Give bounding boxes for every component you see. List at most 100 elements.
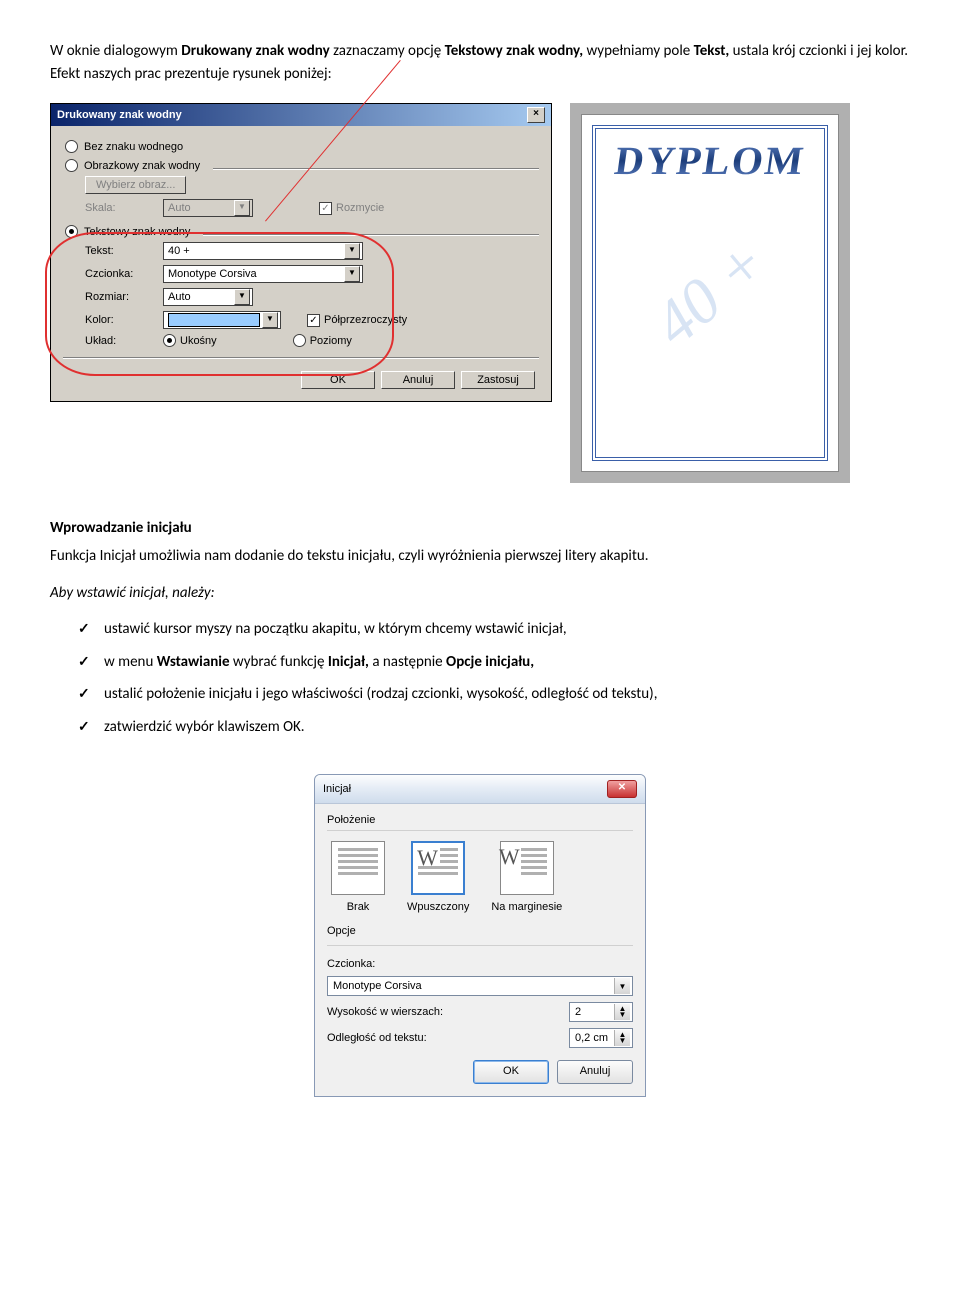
font-value: Monotype Corsiva [333,980,422,992]
section-para-1: Funkcja Inicjał umożliwia nam dodanie do… [50,545,910,568]
color-label: Kolor: [85,314,155,326]
thumb-none-icon [331,841,385,895]
checkbox-icon: ✓ [319,202,332,215]
li-text: wybrać funkcję [230,653,328,671]
font-label: Czcionka: [327,958,633,970]
layout-label: Układ: [85,335,155,347]
cancel-button[interactable]: Anuluj [557,1060,633,1084]
printed-watermark-dialog: Drukowany znak wodny × Bez znaku wodnego… [50,103,552,402]
pos-label: Na marginesie [491,901,562,913]
checklist: ustawić kursor myszy na początku akapitu… [78,618,910,738]
font-label: Czcionka: [85,268,155,280]
color-swatch [168,313,260,327]
radio-label: Obrazkowy znak wodny [84,160,200,172]
ok-button[interactable]: OK [301,371,375,389]
intro-text3: wypełniamy pole [583,42,694,60]
position-none[interactable]: Brak [331,841,385,913]
section-para-2: Aby wstawić inicjał, należy: [50,582,910,605]
radio-icon [65,159,78,172]
distance-spinner[interactable]: 0,2 cm ▲▼ [569,1028,633,1048]
color-combo[interactable]: ▼ [163,311,281,329]
pos-label: Wpuszczony [407,901,469,913]
font-value: Monotype Corsiva [168,268,257,280]
layout-diagonal-radio[interactable]: Ukośny [163,334,217,347]
select-image-button[interactable]: Wybierz obraz... [85,176,186,194]
radio-image-watermark[interactable]: Obrazkowy znak wodny [65,159,539,172]
drop-cap-dialog: Inicjał ✕ Położenie Brak W Wpuszczony W [314,774,646,1097]
font-combo[interactable]: Monotype Corsiva ▼ [163,265,363,283]
apply-button[interactable]: Zastosuj [461,371,535,389]
dialog-titlebar: Drukowany znak wodny × [51,104,551,126]
height-value: 2 [575,1006,581,1018]
list-item: ustawić kursor myszy na początku akapitu… [78,618,910,641]
close-icon[interactable]: × [527,107,545,123]
intro-text: W oknie dialogowym [50,42,181,60]
layout-diagonal-label: Ukośny [180,335,217,347]
height-spinner[interactable]: 2 ▲▼ [569,1002,633,1022]
close-icon[interactable]: ✕ [607,780,637,798]
page-preview: DYPLOM 40 + [570,103,850,483]
checkbox-icon: ✓ [307,314,320,327]
size-label: Rozmiar: [85,291,155,303]
size-combo[interactable]: Auto ▼ [163,288,253,306]
dialog-titlebar: Inicjał ✕ [315,775,645,804]
thumb-dropped-icon: W [411,841,465,895]
radio-icon [65,225,78,238]
spinner-buttons-icon: ▲▼ [614,1030,630,1046]
font-combo[interactable]: Monotype Corsiva ▼ [327,976,633,996]
intro-bold2: Tekstowy znak wodny, [445,42,583,60]
li-bold: Opcje inicjału, [446,653,534,671]
chevron-down-icon: ▼ [234,200,250,216]
dyplom-wordart: DYPLOM [579,137,842,184]
blur-checkbox[interactable]: ✓ Rozmycie [319,202,384,215]
li-bold: Wstawianie [157,653,230,671]
thumb-margin-icon: W [500,841,554,895]
height-label: Wysokość w wierszach: [327,1006,569,1018]
semi-label: Półprzezroczysty [324,314,407,326]
layout-horizontal-label: Poziomy [310,335,352,347]
intro-bold3: Tekst, [694,42,730,60]
blur-label: Rozmycie [336,202,384,214]
radio-icon [293,334,306,347]
preview-page: DYPLOM 40 + [581,114,839,472]
intro-bold1: Drukowany znak wodny [181,42,329,60]
li-text: a następnie [369,653,446,671]
scale-value: Auto [168,202,191,214]
radio-no-watermark[interactable]: Bez znaku wodnego [65,140,539,153]
radio-icon [163,334,176,347]
size-value: Auto [168,291,191,303]
cancel-button[interactable]: Anuluj [381,371,455,389]
chevron-down-icon: ▼ [614,978,630,994]
ok-button[interactable]: OK [473,1060,549,1084]
radio-label: Bez znaku wodnego [84,141,183,153]
layout-horizontal-radio[interactable]: Poziomy [293,334,352,347]
intro-text2: zaznaczamy opcję [330,42,445,60]
position-dropped[interactable]: W Wpuszczony [407,841,469,913]
radio-label: Tekstowy znak wodny [84,226,190,238]
chevron-down-icon: ▼ [344,243,360,259]
radio-icon [65,140,78,153]
distance-value: 0,2 cm [575,1032,608,1044]
scale-combo[interactable]: Auto ▼ [163,199,253,217]
text-value: 40 + [168,245,190,257]
scale-label: Skala: [85,202,155,214]
position-in-margin[interactable]: W Na marginesie [491,841,562,913]
text-combo[interactable]: 40 + ▼ [163,242,363,260]
distance-label: Odległość od tekstu: [327,1032,569,1044]
spinner-buttons-icon: ▲▼ [614,1004,630,1020]
radio-text-watermark[interactable]: Tekstowy znak wodny [65,225,539,238]
list-item: w menu Wstawianie wybrać funkcję Inicjał… [78,651,910,674]
options-group-label: Opcje [327,925,633,937]
section-heading: Wprowadzanie inicjału [50,519,910,537]
text-label: Tekst: [85,245,155,257]
list-item: ustalić położenie inicjału i jego właści… [78,683,910,706]
intro-paragraph: W oknie dialogowym Drukowany znak wodny … [50,40,910,85]
semitransparent-checkbox[interactable]: ✓ Półprzezroczysty [307,314,407,327]
list-item: zatwierdzić wybór klawiszem OK. [78,716,910,739]
pos-label: Brak [347,901,370,913]
li-bold: Inicjał, [328,653,369,671]
chevron-down-icon: ▼ [234,289,250,305]
chevron-down-icon: ▼ [262,312,278,328]
chevron-down-icon: ▼ [344,266,360,282]
li-text: w menu [104,653,157,671]
